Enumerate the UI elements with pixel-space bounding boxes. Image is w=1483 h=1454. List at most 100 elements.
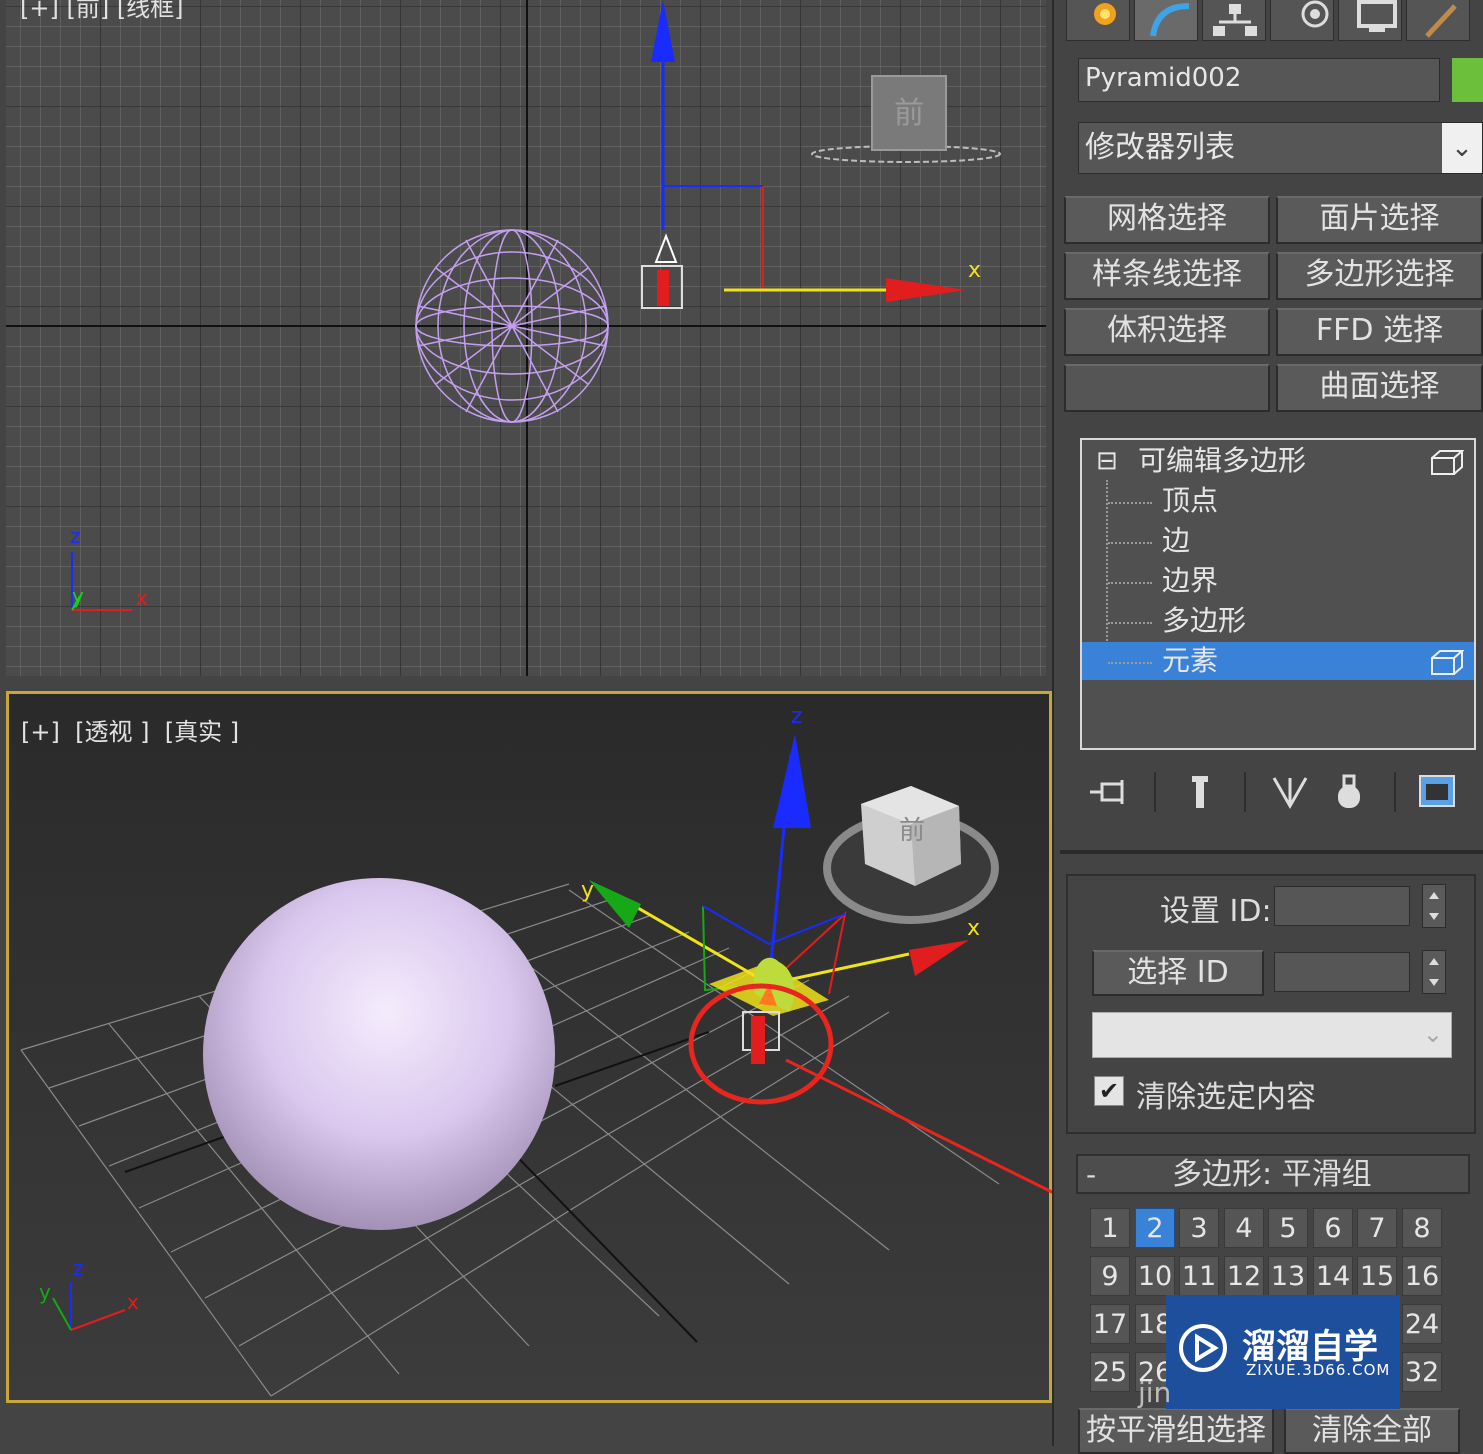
axis-z-label: z: [73, 1256, 84, 1280]
toolbar-divider: [1394, 772, 1396, 812]
collapse-icon[interactable]: -: [1086, 1156, 1096, 1194]
smoothing-group-8[interactable]: 8: [1402, 1208, 1442, 1248]
smoothing-group-13[interactable]: 13: [1268, 1256, 1308, 1296]
front-viewport-label[interactable]: [+] [前] [线框]: [20, 0, 184, 23]
smoothing-group-17[interactable]: 17: [1090, 1304, 1130, 1344]
smoothing-group-14[interactable]: 14: [1313, 1256, 1353, 1296]
axis-z-label: z: [70, 524, 81, 548]
stack-item-label: 边界: [1162, 564, 1219, 597]
motion-tab-icon[interactable]: [1270, 0, 1334, 41]
volume-select-button[interactable]: 体积选择: [1064, 308, 1270, 356]
smoothing-group-32[interactable]: 32: [1402, 1352, 1442, 1392]
modifier-list-label: 修改器列表: [1085, 130, 1235, 165]
panel-separator: [1060, 850, 1483, 854]
clear-all-button[interactable]: 清除全部: [1284, 1408, 1460, 1454]
axis-x-label: x: [136, 586, 148, 610]
watermark-badge: 溜溜自学 ZIXUE.3D66.COM: [1166, 1295, 1400, 1409]
smoothing-group-16[interactable]: 16: [1402, 1256, 1442, 1296]
clear-selection-label: 清除选定内容: [1136, 1080, 1316, 1115]
chevron-down-icon[interactable]: ⌄: [1442, 123, 1482, 173]
modifier-stack[interactable]: ⊟ 可编辑多边形 顶点 边 边界 多边形 元素: [1080, 438, 1476, 750]
select-id-spinner[interactable]: [1422, 950, 1446, 994]
stack-item-element[interactable]: 元素: [1082, 642, 1474, 680]
tree-branch: [1108, 502, 1152, 504]
smoothing-group-9[interactable]: 9: [1090, 1256, 1130, 1296]
spline-select-button[interactable]: 样条线选择: [1064, 252, 1270, 300]
smoothing-group-3[interactable]: 3: [1179, 1208, 1219, 1248]
select-id-button[interactable]: 选择 ID: [1092, 950, 1264, 996]
collapse-tree-icon[interactable]: ⊟: [1096, 442, 1118, 480]
viewcube-face-label[interactable]: 前: [894, 88, 924, 132]
clear-selection-checkbox[interactable]: ✔: [1094, 1076, 1124, 1106]
ffd-select-button[interactable]: FFD 选择: [1276, 308, 1483, 356]
tree-branch: [1108, 542, 1152, 544]
smoothing-group-15[interactable]: 15: [1357, 1256, 1397, 1296]
smoothing-group-1[interactable]: 1: [1090, 1208, 1130, 1248]
smoothing-groups-title: 多边形: 平滑组: [1172, 1157, 1372, 1192]
tree-branch: [1108, 662, 1152, 664]
front-viewport[interactable]: [+] [前] [线框] 前 x z y x: [6, 0, 1046, 676]
remove-modifier-icon[interactable]: [1330, 772, 1370, 812]
smoothing-group-12[interactable]: 12: [1224, 1256, 1264, 1296]
axis-x-label: x: [127, 1290, 139, 1314]
smoothing-group-7[interactable]: 7: [1357, 1208, 1397, 1248]
perspective-scene: [9, 694, 1049, 1400]
smoothing-group-6[interactable]: 6: [1313, 1208, 1353, 1248]
patch-select-button[interactable]: 面片选择: [1276, 196, 1483, 244]
smoothing-group-4[interactable]: 4: [1224, 1208, 1264, 1248]
watermark-partial: jin: [1138, 1376, 1172, 1409]
axis-y-label: y: [72, 584, 84, 608]
watermark-url: ZIXUE.3D66.COM: [1246, 1361, 1391, 1379]
utilities-tab-icon[interactable]: [1406, 0, 1470, 41]
smoothing-group-11[interactable]: 11: [1179, 1256, 1219, 1296]
stack-root-label: 可编辑多边形: [1138, 444, 1307, 477]
surface-select-button[interactable]: 曲面选择: [1276, 364, 1483, 412]
configure-modifier-sets-icon[interactable]: [1418, 772, 1458, 812]
front-viewport-grid: [6, 0, 1046, 676]
make-unique-icon[interactable]: [1270, 772, 1310, 812]
smoothing-group-25[interactable]: 25: [1090, 1352, 1130, 1392]
create-tab-icon[interactable]: [1066, 0, 1130, 41]
perspective-viewport[interactable]: [+] [透视 ] [真实 ] z y x 前 z y x: [6, 691, 1052, 1403]
gizmo-x-label: x: [968, 258, 982, 283]
object-name-field[interactable]: Pyramid002: [1078, 58, 1440, 102]
pin-stack-icon[interactable]: [1088, 772, 1128, 812]
chevron-down-icon: ⌄: [1422, 1020, 1443, 1048]
persp-viewport-label[interactable]: [+] [透视 ] [真实 ]: [21, 712, 239, 747]
stack-item-polygon[interactable]: 多边形: [1082, 602, 1474, 640]
stack-item-edge[interactable]: 边: [1082, 522, 1474, 560]
poly-select-button[interactable]: 多边形选择: [1276, 252, 1483, 300]
tree-branch: [1108, 582, 1152, 584]
tree-branch: [1108, 622, 1152, 624]
smoothing-group-5[interactable]: 5: [1268, 1208, 1308, 1248]
play-logo-icon: [1179, 1324, 1227, 1372]
smoothing-group-10[interactable]: 10: [1135, 1256, 1175, 1296]
stack-item-editable-poly[interactable]: ⊟ 可编辑多边形: [1082, 442, 1474, 480]
cube-icon: [1431, 450, 1464, 475]
set-id-spinner[interactable]: [1422, 884, 1446, 928]
stack-item-border[interactable]: 边界: [1082, 562, 1474, 600]
modifier-list-dropdown[interactable]: 修改器列表 ⌄: [1078, 122, 1483, 174]
shaded-sphere: [203, 878, 555, 1230]
select-id-input[interactable]: [1274, 952, 1410, 992]
show-end-result-icon[interactable]: [1180, 772, 1220, 812]
mesh-select-button[interactable]: 网格选择: [1064, 196, 1270, 244]
set-id-input[interactable]: [1274, 886, 1410, 926]
smoothing-group-2[interactable]: 2: [1135, 1208, 1175, 1248]
gizmo-x-label: x: [967, 916, 981, 941]
stack-item-vertex[interactable]: 顶点: [1082, 482, 1474, 520]
modify-tab-icon[interactable]: [1134, 0, 1198, 41]
cube-icon: [1431, 650, 1464, 675]
toolbar-divider: [1244, 772, 1246, 812]
viewcube-face-label[interactable]: 前: [899, 810, 925, 847]
display-tab-icon[interactable]: [1338, 0, 1402, 41]
select-by-sg-button[interactable]: 按平滑组选择: [1078, 1408, 1274, 1454]
set-id-label: 设置 ID:: [1160, 894, 1272, 929]
smoothing-groups-header[interactable]: - 多边形: 平滑组: [1076, 1154, 1470, 1194]
material-name-dropdown[interactable]: ⌄: [1092, 1012, 1452, 1058]
hierarchy-tab-icon[interactable]: [1202, 0, 1266, 41]
smoothing-group-24[interactable]: 24: [1402, 1304, 1442, 1344]
empty-modifier-slot[interactable]: [1064, 364, 1270, 412]
toolbar-divider: [1154, 772, 1156, 812]
object-color-swatch[interactable]: [1452, 58, 1483, 102]
